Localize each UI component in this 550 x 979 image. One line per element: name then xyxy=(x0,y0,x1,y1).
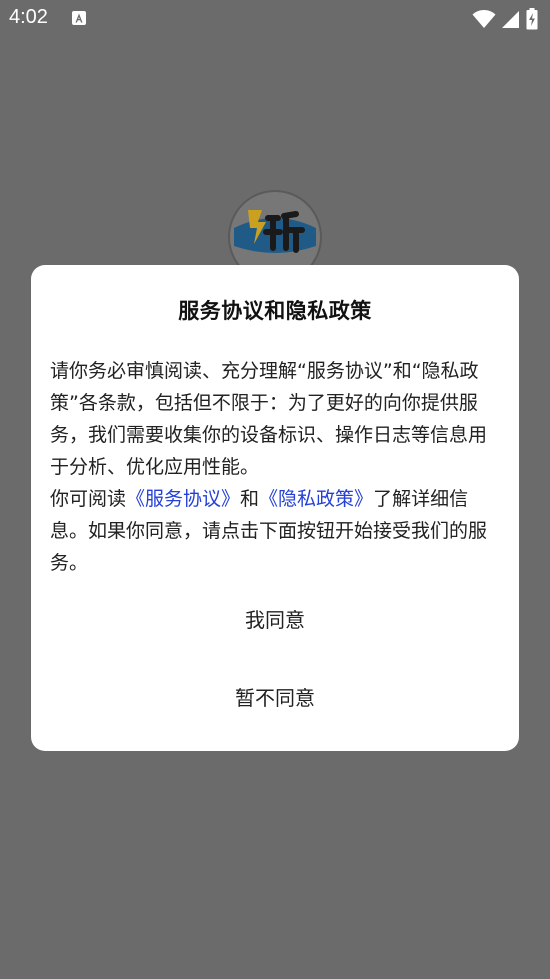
status-time: 4:02 xyxy=(9,6,48,28)
signal-icon xyxy=(502,9,520,33)
p2-and: 和 xyxy=(240,488,260,510)
privacy-policy-link[interactable]: 《隐私政策》 xyxy=(259,488,373,510)
p2-prefix: 你可阅读 xyxy=(50,488,127,510)
dialog-title: 服务协议和隐私政策 xyxy=(178,299,372,323)
wifi-icon xyxy=(472,9,496,33)
text-a-icon xyxy=(72,11,86,25)
disagree-button[interactable]: 暂不同意 xyxy=(31,673,519,723)
status-bar: 4:02 xyxy=(0,0,550,38)
battery-charging-icon xyxy=(526,8,538,34)
privacy-dialog: 服务协议和隐私政策 请你务必审慎阅读、充分理解“服务协议”和“隐私政策”各条款，… xyxy=(31,265,519,751)
dialog-paragraph-1: 请你务必审慎阅读、充分理解“服务协议”和“隐私政策”各条款，包括但不限于：为了更… xyxy=(50,360,488,478)
service-agreement-link[interactable]: 《服务协议》 xyxy=(126,488,240,510)
dialog-paragraph-2: 你可阅读《服务协议》和《隐私政策》了解详细信息。如果你同意，请点击下面按钮开始接… xyxy=(50,483,502,579)
status-icons xyxy=(472,8,538,34)
dialog-body: 请你务必审慎阅读、充分理解“服务协议”和“隐私政策”各条款，包括但不限于：为了更… xyxy=(50,355,502,579)
agree-button[interactable]: 我同意 xyxy=(31,595,519,645)
